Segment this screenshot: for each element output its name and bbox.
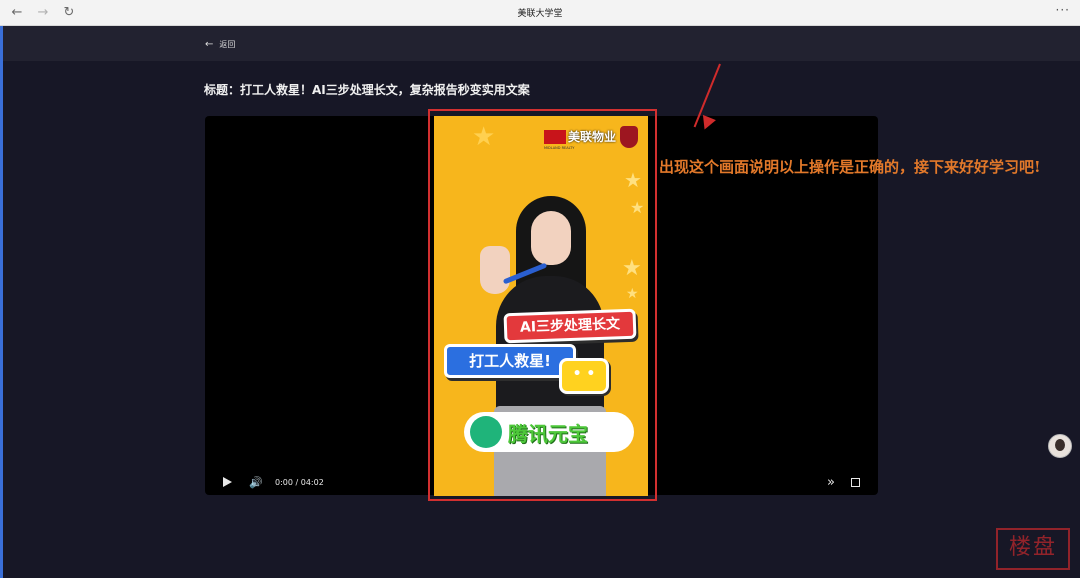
page-title: 标题：打工人救星！AI三步处理长文，复杂报告秒变实用文案 [204,83,530,97]
playback-speed-icon[interactable]: » [827,475,835,490]
fullscreen-icon[interactable] [851,478,860,487]
app-header: ← 返回 [3,26,1080,61]
watermark-seal: 楼盘 [996,528,1070,570]
back-button[interactable]: ← 返回 [205,38,235,50]
annotation-text: 出现这个画面说明以上操作是正确的，接下来好好学习吧! [659,158,1041,176]
back-label: 返回 [219,39,236,49]
highlight-box [428,109,657,501]
play-icon[interactable] [223,477,232,487]
arrow-left-icon: ← [205,38,214,50]
volume-icon[interactable]: 🔊 [249,476,263,489]
more-options-icon[interactable]: ··· [1056,3,1070,17]
floating-avatar[interactable] [1048,434,1072,458]
left-edge-accent [0,26,3,578]
playback-time: 0:00 / 04:02 [275,478,324,487]
browser-toolbar: ← → ↻ 美联大学堂 ··· [0,0,1080,26]
window-title: 美联大学堂 [517,9,563,19]
